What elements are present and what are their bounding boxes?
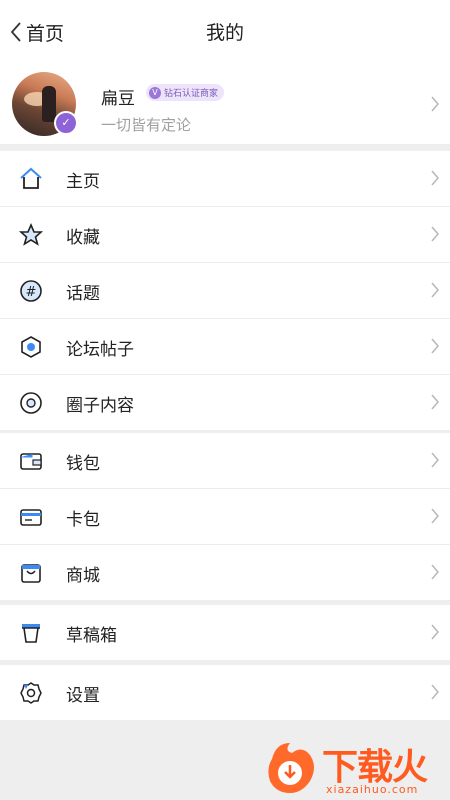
menu-item-circle-content[interactable]: 圈子内容 — [0, 374, 450, 430]
menu-item-mall-label: 商城 — [66, 566, 100, 586]
menu-item-settings[interactable]: 设置 — [0, 665, 450, 720]
verified-icon: ✓ — [54, 111, 78, 135]
page-title: 我的 — [205, 22, 244, 44]
chevron-right-icon — [430, 95, 440, 113]
hexagon-icon — [18, 334, 44, 360]
menu-item-drafts[interactable]: 草稿箱 — [0, 605, 450, 660]
menu-item-settings-label: 设置 — [66, 686, 100, 706]
menu-item-circle-content-label: 圈子内容 — [66, 396, 134, 416]
menu-item-card-wallet[interactable]: 卡包 — [0, 488, 450, 544]
merchant-badge: V 钻石认证商家 — [146, 84, 225, 101]
chevron-right-icon — [430, 683, 440, 701]
circle-target-icon — [18, 390, 44, 416]
menu-item-topics[interactable]: # 话题 — [0, 262, 450, 318]
watermark-logo: 下载火 xiazaihuo.com — [262, 738, 450, 798]
menu-item-drafts-label: 草稿箱 — [66, 626, 117, 646]
diamond-icon: V — [149, 86, 161, 99]
menu-group-settings: 设置 — [0, 665, 450, 720]
shop-bag-icon — [18, 560, 44, 586]
svg-text:#: # — [26, 285, 37, 300]
card-icon — [18, 504, 44, 530]
chevron-right-icon — [430, 169, 440, 187]
menu-item-wallet[interactable]: 钱包 — [0, 433, 450, 488]
profile-card[interactable]: ✓ — [0, 64, 450, 144]
chevron-right-icon — [430, 393, 440, 411]
chevron-right-icon — [430, 451, 440, 469]
watermark-domain: xiazaihuo.com — [326, 783, 419, 796]
signature: 一切皆有定论 — [101, 116, 192, 134]
wallet-icon — [18, 448, 44, 474]
merchant-badge-label: 钻石认证商家 — [164, 89, 219, 99]
chevron-right-icon — [430, 281, 440, 299]
draft-cup-icon — [18, 620, 44, 646]
menu-item-home[interactable]: 主页 — [0, 151, 450, 206]
menu-item-forum-posts-label: 论坛帖子 — [66, 340, 134, 360]
menu-group-content: 主页 收藏 # 话题 论坛帖子 圈子内容 — [0, 151, 450, 430]
chevron-right-icon — [430, 507, 440, 525]
menu-item-card-wallet-label: 卡包 — [66, 510, 100, 530]
hashtag-icon: # — [18, 278, 44, 304]
menu-item-favorites[interactable]: 收藏 — [0, 206, 450, 262]
chevron-right-icon — [430, 225, 440, 243]
flame-download-icon — [268, 743, 314, 793]
menu-item-forum-posts[interactable]: 论坛帖子 — [0, 318, 450, 374]
chevron-right-icon — [430, 337, 440, 355]
menu-group-finance: 钱包 卡包 商城 — [0, 433, 450, 600]
chevron-right-icon — [430, 563, 440, 581]
menu-item-mall[interactable]: 商城 — [0, 544, 450, 600]
chevron-right-icon — [430, 623, 440, 641]
menu-item-home-label: 主页 — [66, 172, 100, 192]
top-bar: 首页 我的 — [0, 0, 450, 64]
menu-item-topics-label: 话题 — [66, 284, 100, 304]
menu-item-wallet-label: 钱包 — [66, 454, 100, 474]
watermark-brand: 下载火 — [322, 747, 428, 788]
nickname: 扁豆 — [101, 89, 135, 109]
menu-group-drafts: 草稿箱 — [0, 605, 450, 660]
star-icon — [18, 222, 44, 248]
home-icon — [18, 166, 44, 192]
menu-item-favorites-label: 收藏 — [66, 228, 100, 248]
gear-icon — [18, 680, 44, 706]
